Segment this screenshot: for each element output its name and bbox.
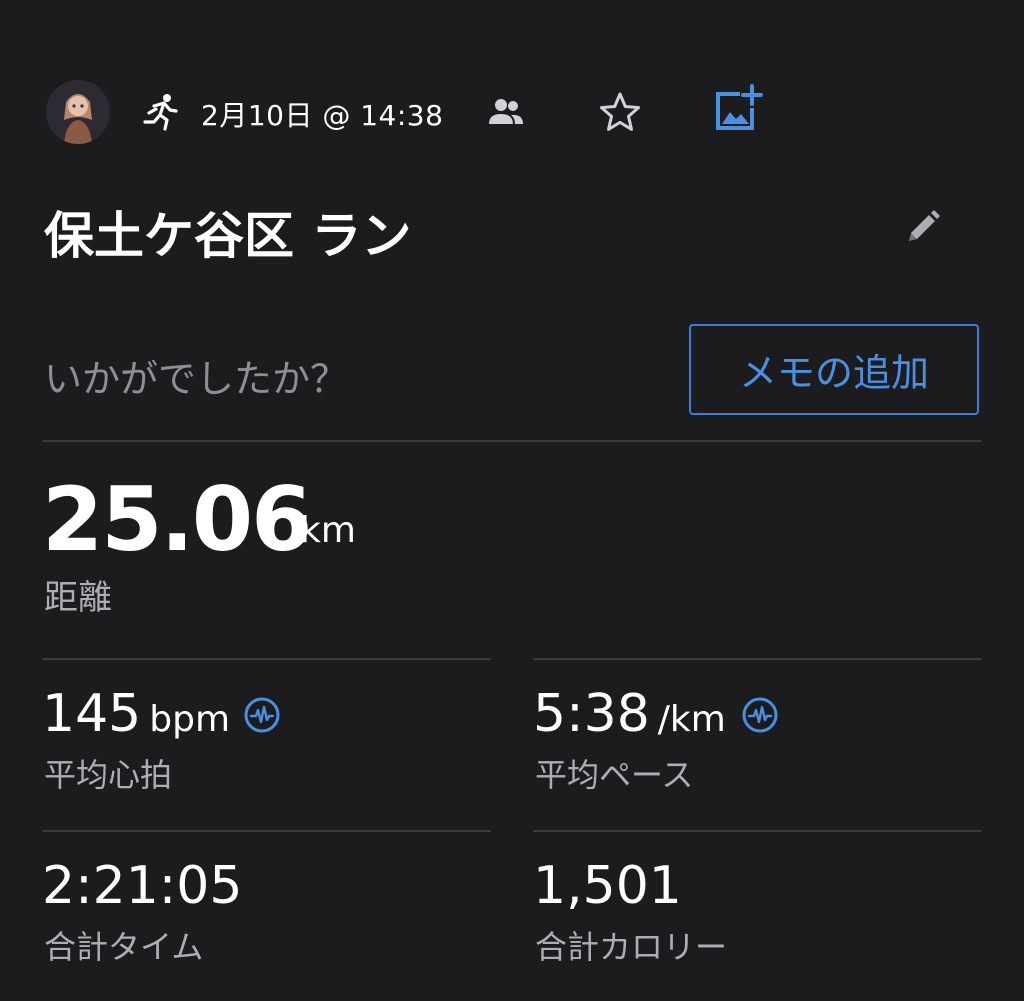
total-calories-value: 1,501: [533, 856, 682, 916]
total-calories-stat: 1,501: [533, 856, 682, 916]
avg-pace-unit: /km: [657, 699, 726, 740]
divider: [533, 658, 982, 660]
people-icon[interactable]: [487, 96, 525, 128]
total-calories-label: 合計カロリー: [535, 928, 728, 966]
activity-detail-page: 2月10日 @ 14:38 保土ケ谷区 ラン いかがでしたか？ メモの追加 25…: [0, 0, 1024, 1001]
add-memo-button[interactable]: メモの追加: [689, 324, 979, 415]
distance-value: 25.06: [42, 468, 312, 571]
feeling-prompt: いかがでしたか？: [44, 357, 349, 401]
total-time-stat: 2:21:05: [42, 856, 242, 916]
activity-title: 保土ケ谷区 ラン: [44, 207, 412, 265]
avg-heart-rate-unit: bpm: [149, 699, 231, 740]
avg-pace-value: 5:38: [533, 684, 650, 744]
avg-pace-label: 平均ペース: [535, 756, 694, 794]
avg-heart-rate-value: 145: [42, 684, 142, 744]
avg-heart-rate-label: 平均心拍: [44, 756, 173, 794]
pulse-icon[interactable]: [741, 696, 779, 734]
divider: [42, 440, 982, 442]
distance-unit: km: [300, 510, 356, 551]
star-icon[interactable]: [598, 90, 642, 134]
divider: [42, 658, 491, 660]
distance-label: 距離: [44, 578, 112, 618]
avg-pace-stat: 5:38/km: [533, 684, 726, 744]
avatar[interactable]: [46, 80, 110, 144]
activity-datetime: 2月10日 @ 14:38: [201, 99, 444, 132]
pulse-icon[interactable]: [243, 696, 281, 734]
total-time-label: 合計タイム: [44, 928, 204, 966]
divider: [42, 830, 491, 832]
avg-heart-rate-stat: 145 bpm: [42, 684, 230, 744]
running-icon: [143, 94, 178, 131]
total-time-value: 2:21:05: [42, 856, 243, 916]
add-photo-icon[interactable]: [712, 84, 764, 136]
pencil-icon[interactable]: [903, 207, 943, 247]
activity-header: 2月10日 @ 14:38: [46, 80, 984, 144]
divider: [533, 830, 982, 832]
